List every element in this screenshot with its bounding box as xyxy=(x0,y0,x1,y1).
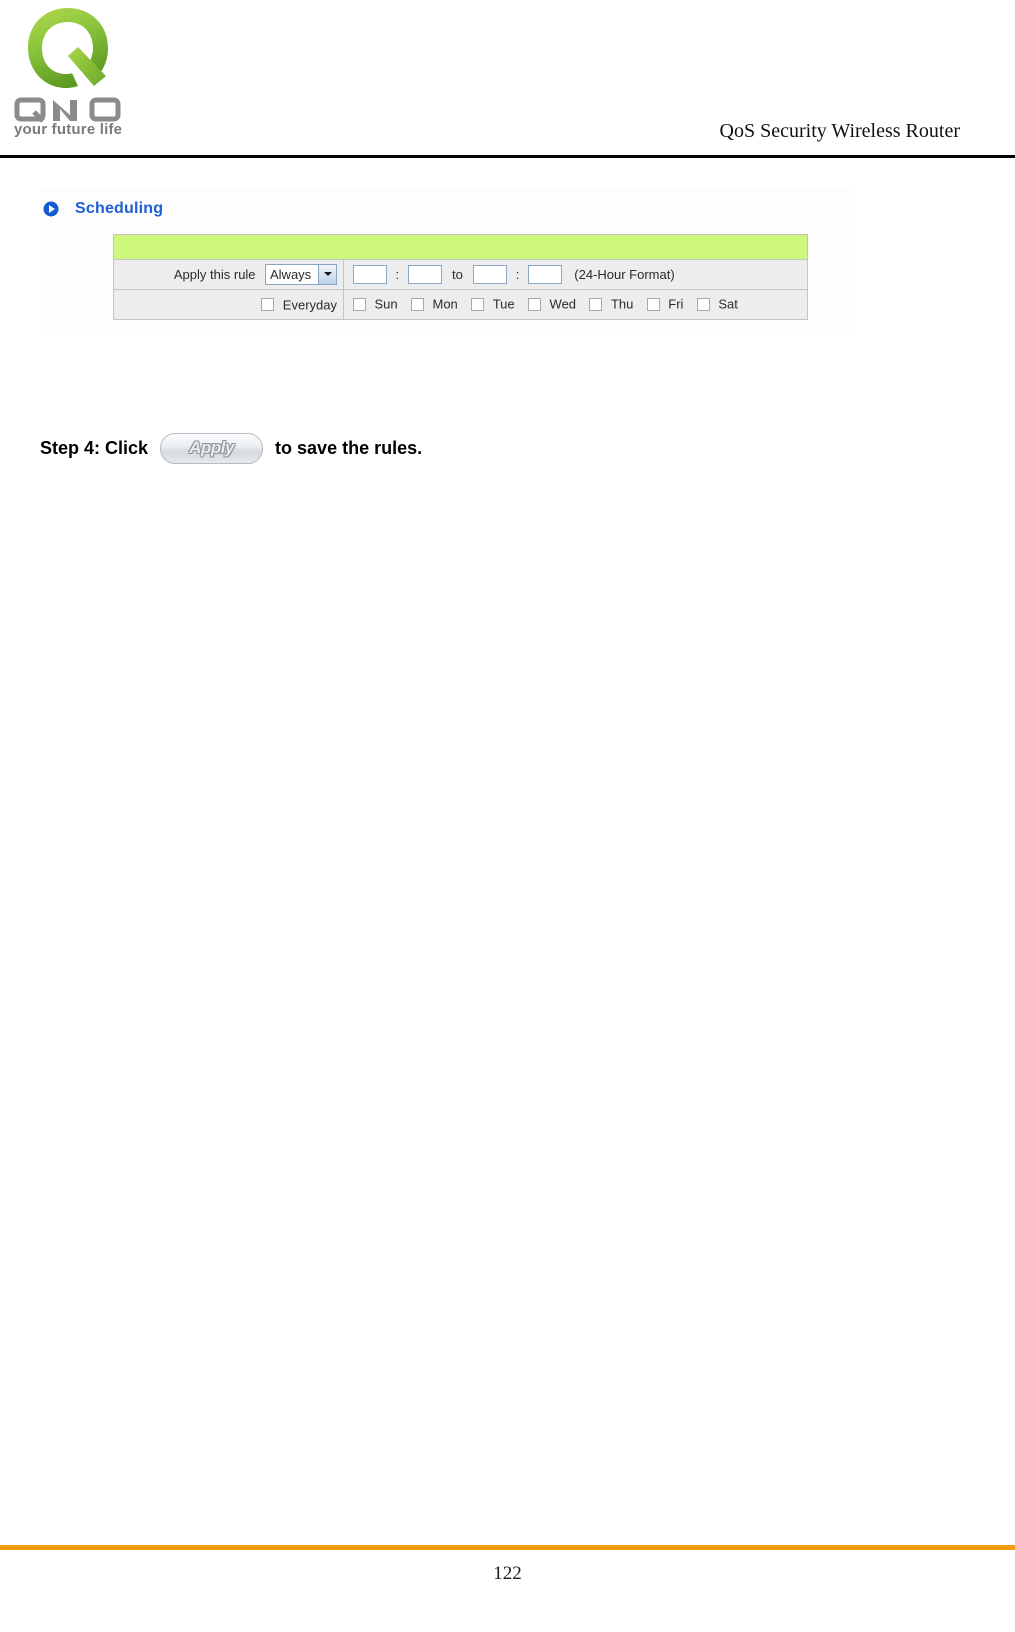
document-header-title: QoS Security Wireless Router xyxy=(719,120,960,142)
day-checkbox-mon[interactable]: Mon xyxy=(411,295,458,313)
sat-checkbox[interactable] xyxy=(696,297,710,311)
logo-tagline: your future life xyxy=(14,121,123,138)
footer-divider xyxy=(0,1545,1015,1550)
everyday-checkbox-group[interactable]: Everyday xyxy=(261,296,337,314)
apply-button[interactable]: Apply xyxy=(160,432,264,464)
sun-label: Sun xyxy=(374,296,398,312)
table-row-days: Everyday Sun Mon Tue Wed Thu Fri Sat xyxy=(113,289,808,320)
wed-checkbox[interactable] xyxy=(528,297,542,311)
apply-rule-label-cell: Apply this rule Always xyxy=(113,259,344,290)
table-row-apply-rule: Apply this rule Always : to : (24-Hour F… xyxy=(113,259,808,290)
sun-checkbox[interactable] xyxy=(353,297,366,311)
day-checkbox-sun[interactable]: Sun xyxy=(353,295,398,313)
apply-rule-select-value: Always xyxy=(270,267,312,282)
everyday-checkbox[interactable] xyxy=(261,297,275,311)
chevron-down-icon[interactable] xyxy=(318,265,336,284)
apply-rule-label: Apply this rule xyxy=(173,267,256,282)
table-row-green-header xyxy=(113,234,808,260)
day-checkbox-thu[interactable]: Thu xyxy=(589,295,633,313)
scheduling-panel: Scheduling Apply this rule Always : to:… xyxy=(40,188,850,336)
start-hour-input[interactable] xyxy=(353,265,387,284)
mon-label: Mon xyxy=(432,296,458,312)
page-footer: 122 xyxy=(0,1545,1015,1632)
thu-label: Thu xyxy=(610,296,634,312)
day-checkbox-tue[interactable]: Tue xyxy=(471,295,515,313)
blue-play-bullet-icon xyxy=(43,201,59,217)
everyday-cell: Everyday xyxy=(113,289,344,320)
mon-checkbox[interactable] xyxy=(411,297,425,311)
page-header: your future life QoS Security Wireless R… xyxy=(0,0,1015,160)
apply-button-label: Apply xyxy=(189,437,234,457)
step-4-instruction: Step 4: Click Apply to save the rules. xyxy=(40,428,422,468)
tue-checkbox[interactable] xyxy=(471,297,485,311)
day-checkbox-wed[interactable]: Wed xyxy=(528,295,576,313)
brand-logo: your future life xyxy=(8,4,128,142)
end-hour-input[interactable] xyxy=(473,265,508,284)
scheduling-table: Apply this rule Always : to : (24-Hour F… xyxy=(113,234,808,320)
step-4-prefix: Step 4: Click xyxy=(40,437,149,458)
fri-checkbox[interactable] xyxy=(646,297,660,311)
scheduling-heading: Scheduling xyxy=(43,198,163,220)
day-checkbox-sat[interactable]: Sat xyxy=(696,295,738,313)
header-divider xyxy=(0,155,1015,158)
fri-label: Fri xyxy=(668,296,684,312)
time-range-cell: : to : (24-Hour Format) xyxy=(343,259,808,290)
start-colon-separator: : xyxy=(395,267,400,282)
thu-checkbox[interactable] xyxy=(589,297,603,311)
start-minute-input[interactable] xyxy=(407,265,442,284)
qno-q-logo-icon xyxy=(28,8,108,88)
sat-label: Sat xyxy=(718,296,738,312)
tue-label: Tue xyxy=(492,296,515,312)
apply-rule-select[interactable]: Always xyxy=(265,264,337,285)
time-format-note: (24-Hour Format) xyxy=(574,267,675,282)
qno-wordmark xyxy=(14,97,121,123)
wed-label: Wed xyxy=(549,296,577,312)
everyday-label: Everyday xyxy=(282,296,337,312)
green-header-bar xyxy=(113,234,808,260)
end-minute-input[interactable] xyxy=(527,265,562,284)
day-checkbox-fri[interactable]: Fri xyxy=(646,295,684,313)
end-colon-separator: : xyxy=(515,267,520,282)
step-4-suffix: to save the rules. xyxy=(275,437,423,458)
weekday-checkboxes-cell: Sun Mon Tue Wed Thu Fri Sat xyxy=(343,289,808,320)
page-number: 122 xyxy=(493,1563,522,1584)
scheduling-title: Scheduling xyxy=(75,200,164,217)
time-range-to-label: to xyxy=(451,267,463,282)
